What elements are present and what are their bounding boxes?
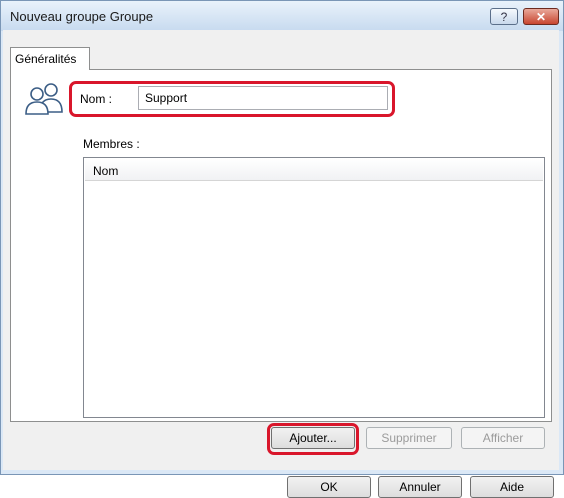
title-bar[interactable]: Nouveau groupe Groupe ? ✕ bbox=[1, 1, 563, 31]
window-title: Nouveau groupe Groupe bbox=[10, 9, 154, 24]
ok-button[interactable]: OK bbox=[287, 476, 371, 498]
question-icon: ? bbox=[500, 9, 508, 24]
dialog-client: Généralités Nom : Support Membres : Nom … bbox=[3, 30, 559, 498]
tab-general-label: Généralités bbox=[15, 52, 77, 66]
group-users-icon bbox=[25, 83, 63, 115]
close-button[interactable]: ✕ bbox=[523, 8, 559, 25]
column-name-label: Nom bbox=[93, 164, 119, 178]
members-list[interactable]: Nom bbox=[83, 157, 545, 418]
cancel-button[interactable]: Annuler bbox=[378, 476, 462, 498]
help-title-button[interactable]: ? bbox=[490, 8, 518, 25]
help-button[interactable]: Aide bbox=[470, 476, 554, 498]
close-icon: ✕ bbox=[535, 9, 547, 24]
tab-general[interactable]: Généralités bbox=[10, 47, 90, 70]
remove-member-button[interactable]: Supprimer bbox=[366, 427, 452, 449]
ok-label: OK bbox=[320, 480, 338, 494]
remove-member-label: Supprimer bbox=[381, 431, 437, 445]
cancel-label: Annuler bbox=[399, 480, 441, 494]
show-member-label: Afficher bbox=[482, 431, 524, 445]
members-label: Membres : bbox=[83, 137, 140, 151]
show-member-button[interactable]: Afficher bbox=[461, 427, 545, 449]
members-column-header[interactable]: Nom bbox=[85, 159, 543, 181]
add-highlight-box bbox=[267, 423, 359, 455]
name-highlight-box bbox=[69, 81, 395, 117]
help-label: Aide bbox=[499, 480, 525, 494]
